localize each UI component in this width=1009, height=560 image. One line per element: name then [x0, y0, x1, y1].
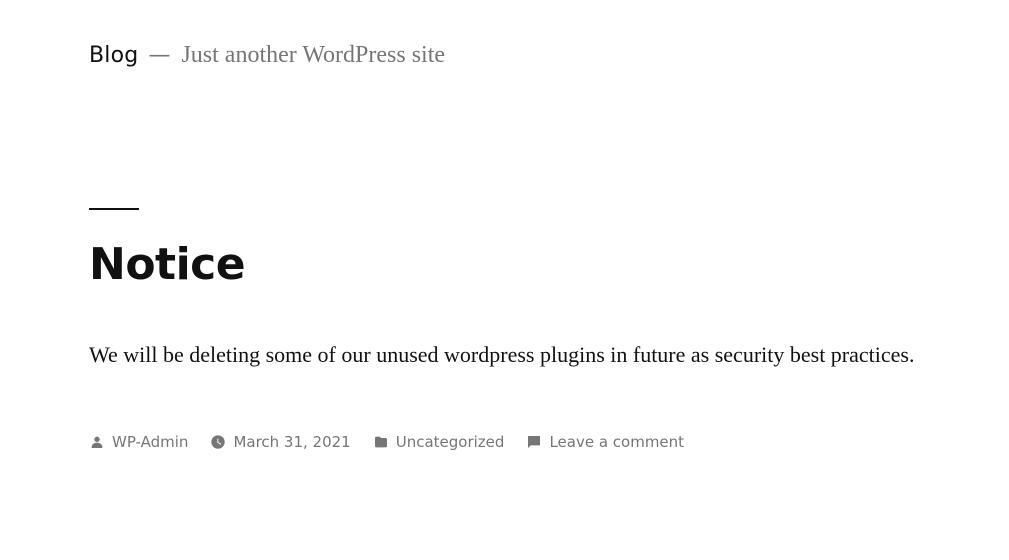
person-icon	[89, 434, 105, 450]
post-comments: Leave a comment	[526, 433, 684, 451]
post-category: Uncategorized	[373, 433, 505, 451]
post-meta: WP-Admin March 31, 2021 Uncategorized Le…	[89, 433, 706, 451]
post-title: Notice	[89, 239, 246, 290]
site-header: Blog — Just another WordPress site	[89, 42, 445, 69]
site-description: Just another WordPress site	[181, 42, 446, 68]
title-divider	[89, 208, 139, 210]
header-separator: —	[148, 43, 171, 68]
post-content: We will be deleting some of our unused w…	[89, 342, 915, 367]
site-title-link[interactable]: Blog	[89, 43, 138, 68]
post-author: WP-Admin	[89, 433, 188, 451]
category-link[interactable]: Uncategorized	[396, 433, 505, 451]
folder-icon	[373, 434, 389, 450]
author-link[interactable]: WP-Admin	[112, 433, 188, 451]
leave-comment-link[interactable]: Leave a comment	[549, 433, 684, 451]
clock-icon	[210, 434, 226, 450]
comment-icon	[526, 434, 542, 450]
date-link[interactable]: March 31, 2021	[233, 433, 350, 451]
post-date: March 31, 2021	[210, 433, 351, 451]
